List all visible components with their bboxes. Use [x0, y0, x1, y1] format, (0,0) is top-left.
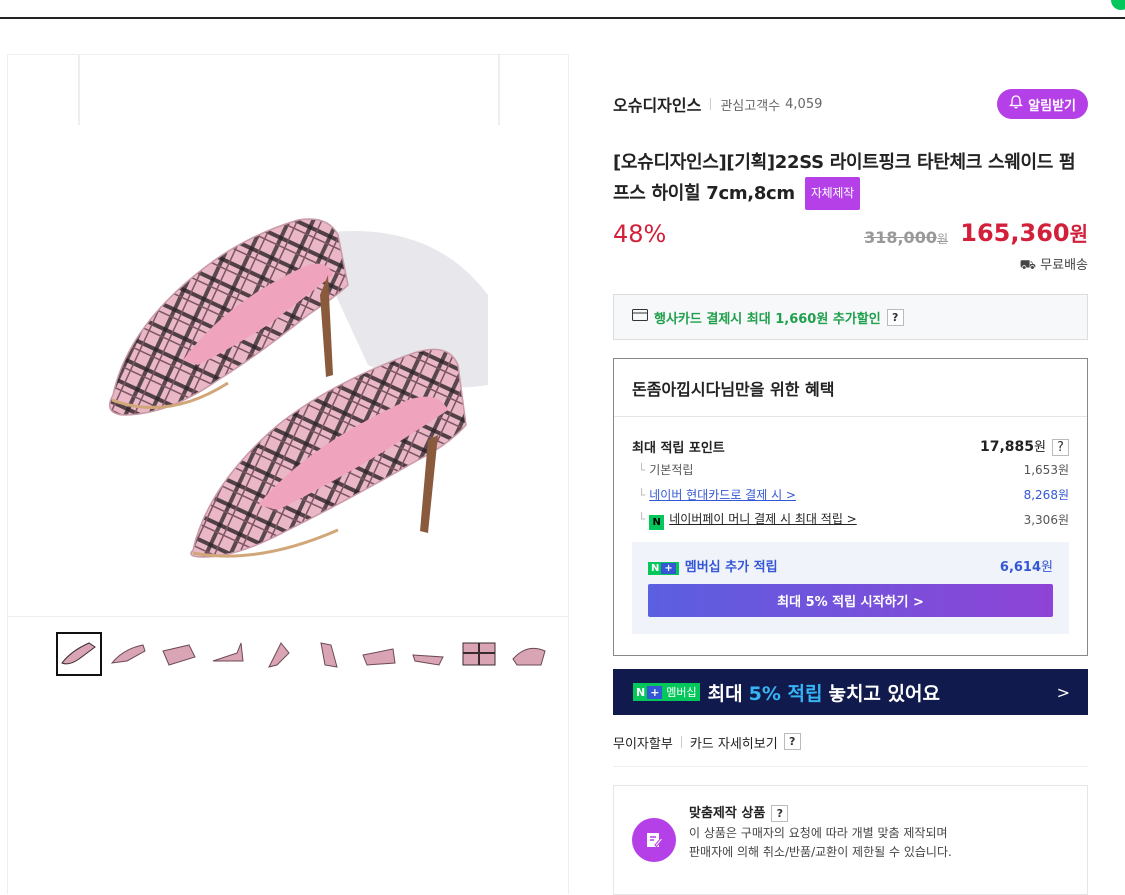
- bell-plus-icon: [1009, 95, 1024, 113]
- edit-note-icon: [632, 818, 676, 862]
- thumbnail-2[interactable]: [106, 632, 152, 676]
- membership-label: 멤버십 추가 적립: [684, 559, 778, 575]
- card-discount-box[interactable]: 행사카드 결제시 최대 1,660원 추가할인 ?: [613, 294, 1088, 340]
- shipping-text: 무료배송: [1040, 258, 1088, 273]
- final-price: 165,360원: [960, 219, 1088, 247]
- interest-label: 관심고객수: [720, 98, 781, 114]
- discount-rate: 48%: [613, 220, 667, 248]
- store-row: 오슈디자인스 관심고객수 4,059 알림받기: [613, 86, 1088, 122]
- hyundai-card-link[interactable]: 네이버 현대카드로 결제 시 >: [649, 488, 796, 502]
- installment-row: 무이자할부 카드 자세히보기 ?: [613, 733, 1088, 767]
- max-points-value: 17,885원?: [980, 436, 1069, 456]
- product-image-panel: [7, 54, 569, 894]
- shipping-info: ⛟ 무료배송: [613, 254, 1088, 276]
- membership-amount: 6,614원: [999, 559, 1053, 575]
- thumbnail-5[interactable]: [256, 632, 302, 676]
- help-icon[interactable]: ?: [783, 733, 801, 750]
- shoes-image: [108, 218, 488, 558]
- member-benefit-box: 돈좀아낍시다님만을 위한 혜택 최대 적립 포인트 17,885원? └ 기본적립…: [613, 358, 1088, 656]
- alarm-label: 알림받기: [1028, 98, 1076, 114]
- original-price: 318,000원: [864, 228, 948, 247]
- thumbnail-7[interactable]: [356, 632, 402, 676]
- thumbnail-6[interactable]: [306, 632, 352, 676]
- max-points-row: 최대 적립 포인트 17,885원?: [632, 435, 1069, 457]
- membership-section: N + 멤버십 추가 적립 6,614원 최대 5% 적립 시작하기 >: [632, 542, 1069, 634]
- credit-card-icon: [632, 309, 648, 325]
- truck-icon: ⛟: [1019, 258, 1037, 273]
- alarm-button[interactable]: 알림받기: [997, 89, 1088, 119]
- custom-made-title: 맞춤제작 상품?: [689, 802, 789, 822]
- membership-banner[interactable]: N + 멤버십 최대 5% 적립 놓치고 있어요 >: [613, 669, 1088, 715]
- points-row-hyundai-card[interactable]: └ 네이버 현대카드로 결제 시 > 8,268원: [632, 482, 1069, 507]
- points-row-basic: └ 기본적립 1,653원: [638, 463, 1069, 477]
- points-row-npay[interactable]: └ N 네이버페이 머니 결제 시 최대 적립 > 3,306원: [632, 507, 1069, 532]
- divider: [710, 98, 712, 110]
- help-icon[interactable]: ?: [771, 805, 789, 822]
- thumbnail-strip: [56, 632, 552, 676]
- card-discount-text: 행사카드 결제시 최대 1,660원 추가할인: [654, 311, 881, 327]
- membership-start-button[interactable]: 최대 5% 적립 시작하기 >: [648, 584, 1053, 617]
- no-interest-label: 무이자할부: [613, 737, 673, 752]
- interest-count: 4,059: [785, 96, 823, 112]
- naver-plus-icon: N +: [648, 561, 679, 575]
- image-top-strip: [78, 55, 500, 125]
- store-name[interactable]: 오슈디자인스: [613, 92, 701, 116]
- membership-row: N + 멤버십 추가 적립 6,614원: [648, 554, 1053, 576]
- naver-plus-membership-icon: N + 멤버십: [633, 683, 700, 701]
- max-points-label: 최대 적립 포인트: [632, 440, 725, 456]
- chevron-right-icon: >: [1056, 682, 1070, 702]
- thumbnail-9[interactable]: [456, 632, 502, 676]
- header-divider: [0, 17, 1125, 19]
- benefit-heading: 돈좀아낍시다님만을 위한 혜택: [614, 359, 1087, 417]
- card-detail-link[interactable]: 카드 자세히보기: [690, 733, 778, 752]
- product-info-panel: 오슈디자인스 관심고객수 4,059 알림받기 [오슈디자인스][기획]22SS…: [613, 86, 1088, 895]
- help-icon[interactable]: ?: [1052, 439, 1069, 456]
- thumbnail-10[interactable]: [506, 632, 552, 676]
- thumbnail-3[interactable]: [156, 632, 202, 676]
- floating-status-dot[interactable]: [1111, 0, 1125, 10]
- thumbnail-4[interactable]: [206, 632, 252, 676]
- price-row: 48% 318,000원 165,360원: [613, 218, 1088, 254]
- help-icon[interactable]: ?: [886, 308, 904, 326]
- main-product-image[interactable]: [8, 125, 568, 617]
- npay-icon: N: [649, 514, 665, 530]
- npay-link[interactable]: 네이버페이 머니 결제 시 최대 적립 >: [669, 512, 857, 526]
- custom-made-description: 이 상품은 구매자의 요청에 따라 개별 맞춤 제작되며 판매자에 의해 취소/…: [689, 826, 952, 859]
- thumbnail-1[interactable]: [56, 632, 102, 676]
- thumbnail-8[interactable]: [406, 632, 452, 676]
- divider: [680, 736, 682, 748]
- product-title: [오슈디자인스][기획]22SS 라이트핑크 타탄체크 스웨이드 펌프스 하이힐…: [613, 148, 1088, 210]
- custom-made-badge: 자체제작: [804, 177, 860, 210]
